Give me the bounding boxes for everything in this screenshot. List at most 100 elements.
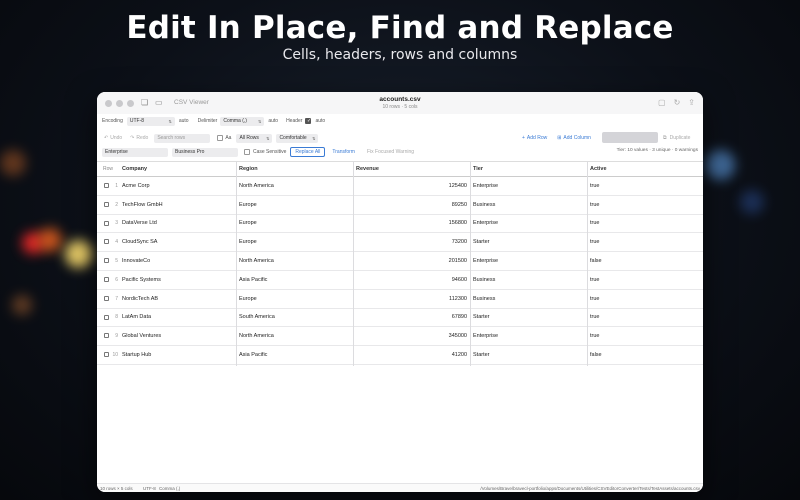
- table-cell[interactable]: Europe: [236, 233, 353, 251]
- table-cell[interactable]: 112300: [353, 290, 470, 308]
- redo-icon[interactable]: ↷: [130, 135, 134, 141]
- table-cell[interactable]: 345000: [353, 327, 470, 345]
- table-cell[interactable]: true: [587, 271, 703, 289]
- table-row[interactable]: 4 CloudSync SA Europe 73200 Starter true: [97, 233, 703, 253]
- table-cell[interactable]: true: [587, 309, 703, 327]
- case-sensitive-checkbox[interactable]: [244, 149, 250, 155]
- row-select-checkbox[interactable]: [104, 276, 109, 282]
- table-cell[interactable]: NordicTech AB: [119, 290, 235, 308]
- table-row[interactable]: 9 Global Ventures North America 345000 Enter…: [97, 327, 703, 347]
- table-cell[interactable]: Starter: [470, 233, 587, 251]
- table-row[interactable]: 2 TechFlow GmbH Europe 89250 Business true: [97, 196, 703, 215]
- table-cell[interactable]: true: [587, 177, 703, 195]
- table-cell[interactable]: Business: [470, 271, 587, 289]
- column-header[interactable]: Company: [119, 162, 235, 176]
- transform-button[interactable]: Transform: [332, 149, 355, 155]
- table-row[interactable]: 5 InnovateCo North America 201500 Enterprise…: [97, 252, 703, 271]
- add-column-icon[interactable]: ⊞: [557, 135, 561, 141]
- row-select-checkbox[interactable]: [104, 314, 109, 320]
- duplicate-button[interactable]: Duplicate: [670, 135, 691, 141]
- table-cell[interactable]: Enterprise: [470, 327, 587, 345]
- delimiter-select[interactable]: Comma (,) ⇅: [220, 116, 265, 126]
- table-cell[interactable]: 67890: [353, 309, 470, 327]
- table-cell[interactable]: false: [587, 252, 703, 270]
- column-header[interactable]: Active: [587, 162, 703, 176]
- row-select-checkbox[interactable]: [104, 201, 109, 207]
- table-cell[interactable]: Starter: [470, 309, 587, 327]
- table-cell[interactable]: CloudSync SA: [119, 233, 235, 251]
- row-select-checkbox[interactable]: [104, 258, 109, 264]
- table-cell[interactable]: Business: [470, 290, 587, 308]
- table-cell[interactable]: true: [587, 290, 703, 308]
- table-cell[interactable]: LatAm Data: [119, 309, 235, 327]
- column-header[interactable]: Revenue: [353, 162, 470, 176]
- table-cell[interactable]: false: [587, 346, 703, 364]
- table-cell[interactable]: 125400: [353, 177, 470, 195]
- table-cell[interactable]: TechFlow GmbH: [119, 196, 235, 214]
- table-cell[interactable]: InnovateCo: [119, 252, 235, 270]
- table-cell[interactable]: true: [587, 327, 703, 345]
- match-case-checkbox[interactable]: [217, 135, 224, 141]
- add-row-button[interactable]: Add Row: [527, 135, 547, 141]
- table-row[interactable]: 8 LatAm Data South America 67890 Starter true: [97, 309, 703, 328]
- density-select[interactable]: Comfortable ⇅: [276, 133, 319, 143]
- row-select-checkbox[interactable]: [104, 352, 109, 358]
- table-cell[interactable]: 89250: [353, 196, 470, 214]
- table-row[interactable]: 1 Acme Corp North America 125400 Enterprise t…: [97, 177, 703, 196]
- table-cell[interactable]: true: [587, 233, 703, 251]
- table-cell[interactable]: Enterprise: [470, 215, 587, 233]
- table-row[interactable]: 3 DataVerse Ltd Europe 156800 Enterprise true: [97, 215, 703, 234]
- table-cell[interactable]: Asia Pacific: [236, 346, 353, 364]
- table-row[interactable]: 10 Startup Hub Asia Pacific 41200 Starter fal…: [97, 346, 703, 365]
- table-cell[interactable]: Europe: [236, 215, 353, 233]
- table-cell[interactable]: North America: [236, 252, 353, 270]
- table-cell[interactable]: true: [587, 196, 703, 214]
- table-row[interactable]: 7 NordicTech AB Europe 112300 Business true: [97, 290, 703, 309]
- table-cell[interactable]: 156800: [353, 215, 470, 233]
- header-auto[interactable]: auto: [315, 118, 325, 124]
- row-select-checkbox[interactable]: [104, 183, 109, 188]
- table-cell[interactable]: Acme Corp: [119, 177, 235, 195]
- export-icon[interactable]: ▢: [658, 98, 666, 107]
- table-cell[interactable]: Global Ventures: [119, 327, 235, 345]
- header-checkbox[interactable]: [305, 118, 312, 124]
- table-row[interactable]: 6 Pacific Systems Asia Pacific 94600 Busines…: [97, 271, 703, 290]
- column-header[interactable]: Region: [236, 162, 353, 176]
- table-cell[interactable]: Europe: [236, 290, 353, 308]
- scope-select[interactable]: All Rows ⇅: [236, 133, 273, 143]
- table-cell[interactable]: DataVerse Ltd: [119, 215, 235, 233]
- duplicate-icon[interactable]: ⧉: [663, 135, 667, 141]
- table-cell[interactable]: 41200: [353, 346, 470, 364]
- table-cell[interactable]: North America: [236, 177, 353, 195]
- fix-warning-button[interactable]: Fix Focused Warning: [367, 149, 414, 155]
- plus-icon[interactable]: +: [522, 135, 525, 141]
- replace-all-button[interactable]: Replace All: [290, 147, 326, 157]
- column-header[interactable]: Tier: [470, 162, 587, 176]
- redo-button[interactable]: Redo: [136, 135, 148, 141]
- row-select-checkbox[interactable]: [104, 239, 109, 245]
- encoding-select[interactable]: UTF-8 ⇅: [126, 116, 175, 126]
- table-cell[interactable]: Starter: [470, 346, 587, 364]
- table-cell[interactable]: Europe: [236, 196, 353, 214]
- table-cell[interactable]: Pacific Systems: [119, 271, 235, 289]
- delimiter-auto[interactable]: auto: [268, 118, 278, 124]
- refresh-icon[interactable]: ↻: [674, 98, 681, 107]
- table-cell[interactable]: 94600: [353, 271, 470, 289]
- row-select-checkbox[interactable]: [104, 220, 109, 226]
- table-cell[interactable]: true: [587, 215, 703, 233]
- share-icon[interactable]: ⇪: [688, 98, 695, 107]
- encoding-auto[interactable]: auto: [179, 118, 189, 124]
- search-input[interactable]: Search rows: [154, 133, 211, 143]
- row-select-checkbox[interactable]: [104, 295, 109, 301]
- table-cell[interactable]: Startup Hub: [119, 346, 235, 364]
- add-column-button[interactable]: Add Column: [563, 135, 591, 141]
- undo-button[interactable]: Undo: [110, 135, 122, 141]
- undo-icon[interactable]: ↶: [104, 135, 108, 141]
- find-input[interactable]: Enterprise: [102, 147, 168, 157]
- table-cell[interactable]: South America: [236, 309, 353, 327]
- table-cell[interactable]: North America: [236, 327, 353, 345]
- replace-input[interactable]: Business Pro: [172, 147, 238, 157]
- table-cell[interactable]: 201500: [353, 252, 470, 270]
- table-cell[interactable]: Business: [470, 196, 587, 214]
- table-cell[interactable]: Asia Pacific: [236, 271, 353, 289]
